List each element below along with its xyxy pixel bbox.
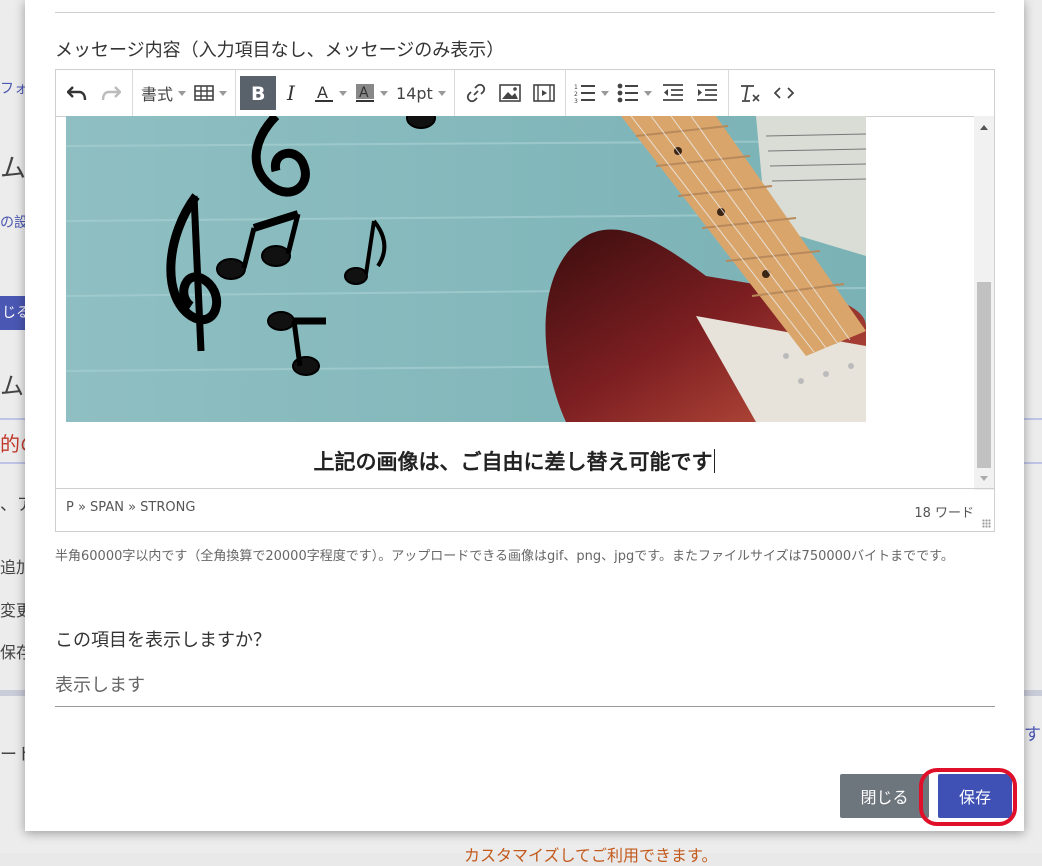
- numbered-list-dropdown[interactable]: 123: [570, 76, 613, 110]
- list-group: 123: [566, 70, 729, 116]
- font-size-label: 14pt: [396, 83, 433, 103]
- text-color-icon: A: [315, 83, 334, 102]
- image-icon: [499, 84, 521, 102]
- editor-toolbar: 書式 B I A A 14pt 1 2 3: [56, 70, 994, 117]
- clear-format-icon: [740, 85, 760, 102]
- background-color-icon: A: [356, 84, 375, 102]
- bold-button[interactable]: B: [240, 76, 277, 110]
- redo-button[interactable]: [94, 76, 128, 110]
- message-content-label: メッセージ内容（入力項目なし、メッセージのみ表示）: [55, 40, 505, 61]
- format-label: 書式: [141, 85, 174, 104]
- input-hint-text: 半角60000字以内です（全角換算で20000字程度です）。アップロードできる画…: [55, 549, 954, 564]
- display-select[interactable]: 表示します: [55, 671, 145, 697]
- media-button[interactable]: [527, 76, 561, 110]
- code-icon: [773, 87, 794, 99]
- svg-text:B: B: [251, 84, 265, 102]
- italic-button[interactable]: I: [276, 76, 310, 110]
- history-group: [56, 70, 133, 116]
- text-cursor: [713, 449, 715, 473]
- bg-fragment: の設: [0, 215, 28, 231]
- message-edit-dialog: メッセージ内容（入力項目なし、メッセージのみ表示） 書式 B I A A 14p…: [25, 0, 1024, 831]
- bold-icon: B: [251, 84, 265, 102]
- scrollbar-thumb[interactable]: [977, 282, 991, 468]
- word-count: 18 ワード: [914, 506, 974, 521]
- video-icon: [533, 84, 555, 102]
- bg-fragment: する: [1024, 725, 1042, 745]
- numbered-list-icon: 123: [574, 84, 595, 103]
- top-divider: [55, 12, 995, 13]
- undo-button[interactable]: [60, 76, 94, 110]
- chevron-down-icon: [219, 90, 228, 96]
- table-icon: [194, 85, 214, 101]
- select-underline: [55, 706, 995, 707]
- undo-icon: [67, 86, 87, 101]
- outdent-icon: [662, 84, 683, 101]
- chevron-down-icon: [178, 90, 187, 96]
- chevron-down-icon: [600, 90, 609, 96]
- text-color-dropdown[interactable]: A: [310, 76, 351, 110]
- clear-format-button[interactable]: [733, 76, 767, 110]
- background-color-dropdown[interactable]: A: [351, 76, 392, 110]
- chevron-down-icon: [339, 90, 348, 96]
- italic-icon: I: [286, 84, 296, 102]
- rich-text-editor: 書式 B I A A 14pt 1 2 3 上記の画像は、ご自由に差し替え可能で…: [55, 69, 995, 532]
- chevron-down-icon: [643, 90, 652, 96]
- svg-text:1: 1: [574, 84, 578, 91]
- editor-content-area[interactable]: 上記の画像は、ご自由に差し替え可能です: [56, 116, 994, 490]
- svg-text:I: I: [286, 84, 296, 102]
- svg-text:2: 2: [574, 91, 578, 98]
- element-path[interactable]: P » SPAN » STRONG: [66, 500, 195, 515]
- format-group: 書式: [133, 70, 237, 116]
- editor-scrollbar[interactable]: [974, 116, 994, 490]
- bg-bottom-text: カスタマイズしてご利用できます。: [464, 846, 718, 865]
- resize-handle-icon[interactable]: [982, 519, 991, 528]
- guitar-music-image-art: [66, 116, 866, 422]
- guitar-music-image: [66, 116, 866, 422]
- font-size-dropdown[interactable]: 14pt: [392, 76, 450, 110]
- format-dropdown[interactable]: 書式: [137, 76, 190, 110]
- save-highlight-ring: [919, 768, 1017, 826]
- chevron-down-icon: [380, 90, 389, 96]
- source-code-button[interactable]: [767, 76, 801, 110]
- svg-text:3: 3: [574, 98, 578, 103]
- scroll-up-icon[interactable]: [980, 125, 988, 130]
- link-button[interactable]: [459, 76, 493, 110]
- insert-group: [455, 70, 566, 116]
- display-question-label: この項目を表示しますか？: [55, 630, 271, 651]
- outdent-button[interactable]: [656, 76, 690, 110]
- bullet-list-dropdown[interactable]: [613, 76, 656, 110]
- image-button[interactable]: [493, 76, 527, 110]
- scroll-down-icon[interactable]: [980, 476, 988, 481]
- bg-fragment: フォ: [0, 81, 28, 97]
- indent-button[interactable]: [690, 76, 724, 110]
- redo-icon: [101, 86, 121, 101]
- chevron-down-icon: [437, 90, 446, 96]
- link-icon: [466, 83, 485, 103]
- indent-icon: [696, 84, 717, 101]
- text-style-group: B I A A 14pt: [236, 70, 455, 116]
- bullet-list-icon: [617, 83, 638, 103]
- caption-strong: 上記の画像は、ご自由に差し替え可能です: [313, 450, 713, 474]
- image-caption-text: 上記の画像は、ご自由に差し替え可能です: [56, 446, 972, 476]
- misc-group: [729, 70, 805, 116]
- svg-text:A: A: [317, 83, 328, 102]
- editor-statusbar: P » SPAN » STRONG 18 ワード: [56, 488, 994, 531]
- svg-text:A: A: [359, 85, 369, 101]
- table-dropdown[interactable]: [190, 76, 231, 110]
- close-button[interactable]: 閉じる: [840, 774, 929, 818]
